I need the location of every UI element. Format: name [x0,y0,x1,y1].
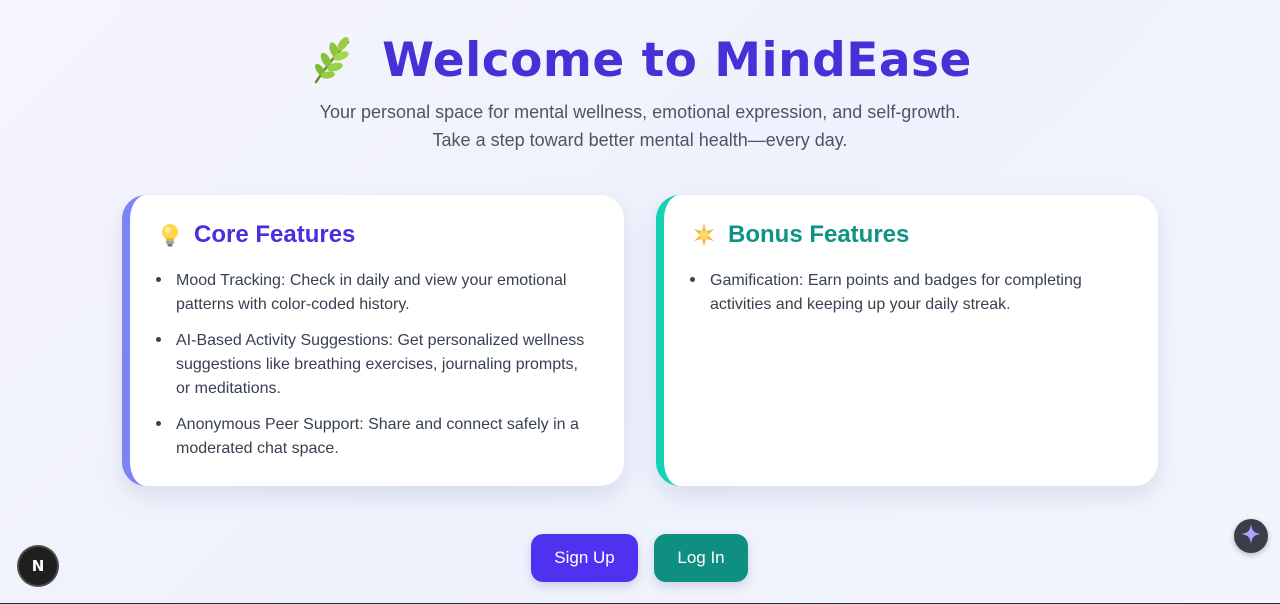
bonus-features-list: Gamification: Earn points and badges for… [688,269,1126,317]
feature-text: Anonymous Peer Support: Share and connec… [176,416,579,457]
core-features-header: Core Features [158,219,592,251]
log-in-button[interactable]: Log In [654,534,748,582]
bullet-icon [688,269,710,293]
feature-cards: Core Features Mood Tracking: Check in da… [122,195,1158,486]
sparkle-icon [1239,522,1263,551]
list-item: Mood Tracking: Check in daily and view y… [154,269,592,317]
assistant-button[interactable] [1234,519,1268,553]
subtitle-line-1: Your personal space for mental wellness,… [319,102,961,122]
sparkle-star-icon [692,222,716,248]
core-features-title: Core Features [194,221,356,248]
core-features-list: Mood Tracking: Check in daily and view y… [154,269,592,461]
core-features-card: Core Features Mood Tracking: Check in da… [122,195,624,486]
list-item: Gamification: Earn points and badges for… [688,269,1126,317]
feature-text: AI-Based Activity Suggestions: Get perso… [176,332,585,397]
auth-buttons: Sign Up Log In [531,534,748,582]
feature-text: Gamification: Earn points and badges for… [710,272,1082,313]
next-logo-icon: N [31,557,45,575]
list-item: AI-Based Activity Suggestions: Get perso… [154,329,592,401]
bullet-icon [154,413,176,437]
bullet-icon [154,269,176,293]
subtitle-line-2: Take a step toward better mental health—… [432,130,848,150]
bonus-features-title: Bonus Features [728,221,910,248]
sign-up-button[interactable]: Sign Up [531,534,638,582]
bonus-features-card: Bonus Features Gamification: Earn points… [656,195,1158,486]
feature-text: Mood Tracking: Check in daily and view y… [176,272,567,313]
bonus-features-header: Bonus Features [692,219,1126,251]
title-row: Welcome to MindEase [0,28,1280,92]
lightbulb-icon [158,222,182,248]
list-item: Anonymous Peer Support: Share and connec… [154,413,592,461]
page-subtitle: Your personal space for mental wellness,… [0,98,1280,154]
nextjs-dev-badge[interactable]: N [19,547,57,585]
page-title: Welcome to MindEase [382,32,972,88]
hero-section: Welcome to MindEase Your personal space … [0,28,1280,154]
herb-leaf-icon [308,34,356,86]
bullet-icon [154,329,176,353]
